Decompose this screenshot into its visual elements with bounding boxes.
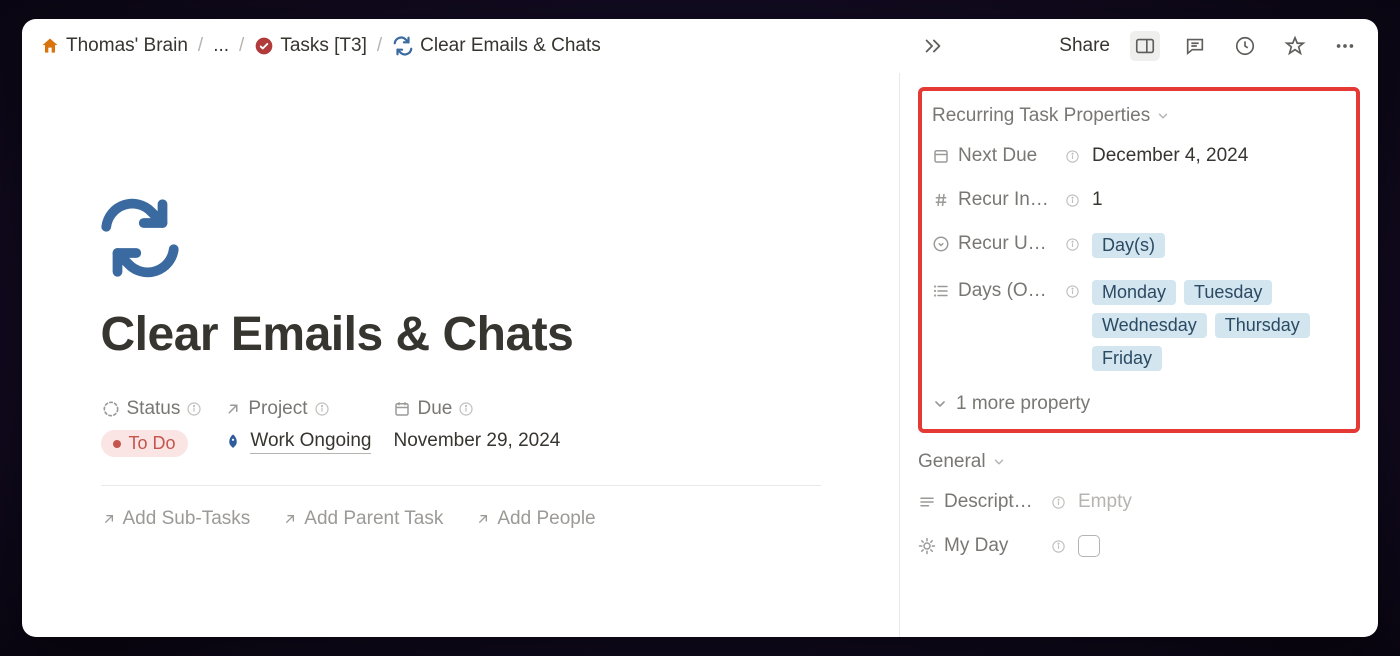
recur-unit-label: Recur U… — [958, 233, 1057, 255]
comments-icon[interactable] — [1180, 31, 1210, 61]
quick-actions: Add Sub-Tasks Add Parent Task Add People — [101, 508, 821, 530]
favorite-icon[interactable] — [1280, 31, 1310, 61]
days-row[interactable]: Days (O… Monday Tuesday Wednesday Thursd… — [932, 280, 1346, 371]
days-label: Days (O… — [958, 280, 1057, 302]
recurring-section-title[interactable]: Recurring Task Properties — [932, 105, 1346, 127]
add-subtasks-button[interactable]: Add Sub-Tasks — [101, 508, 251, 530]
description-row[interactable]: Descript… Empty — [918, 491, 1360, 513]
status-value[interactable]: To Do — [101, 430, 203, 457]
history-icon[interactable] — [1230, 31, 1260, 61]
days-value[interactable]: Monday Tuesday Wednesday Thursday Friday — [1092, 280, 1346, 371]
info-icon — [1065, 149, 1080, 164]
info-icon — [458, 401, 474, 417]
status-label[interactable]: Status — [101, 398, 203, 420]
number-icon — [932, 191, 950, 209]
multiselect-icon — [932, 282, 950, 300]
calendar-icon — [932, 147, 950, 165]
info-icon — [1065, 193, 1080, 208]
myday-row[interactable]: My Day — [918, 535, 1360, 557]
myday-checkbox[interactable] — [1078, 535, 1100, 557]
recur-interval-value[interactable]: 1 — [1092, 189, 1346, 211]
page-title[interactable]: Clear Emails & Chats — [101, 307, 821, 362]
info-icon — [314, 401, 330, 417]
recur-unit-row[interactable]: Recur U… Day(s) — [932, 233, 1346, 258]
more-icon[interactable] — [1330, 31, 1360, 61]
project-value[interactable]: Work Ongoing — [224, 430, 371, 454]
status-icon — [101, 399, 121, 419]
breadcrumb-separator: / — [239, 35, 244, 57]
calendar-icon — [393, 400, 411, 418]
recur-interval-row[interactable]: Recur In… 1 — [932, 189, 1346, 211]
side-panel: Share R — [900, 73, 1378, 637]
check-circle-icon — [254, 36, 274, 56]
breadcrumb-tasks[interactable]: Tasks [T3] — [254, 35, 367, 57]
add-people-button[interactable]: Add People — [475, 508, 595, 530]
project-label[interactable]: Project — [224, 398, 371, 420]
breadcrumb-current-label: Clear Emails & Chats — [420, 35, 601, 57]
breadcrumb-current[interactable]: Clear Emails & Chats — [392, 35, 601, 57]
expand-icon[interactable] — [918, 31, 948, 61]
breadcrumb-home[interactable]: Thomas' Brain — [40, 35, 188, 57]
myday-label: My Day — [944, 535, 1043, 557]
breadcrumb-ellipsis[interactable]: ... — [213, 35, 229, 57]
breadcrumb: Thomas' Brain / ... / Tasks [T3] / Clear… — [40, 35, 601, 57]
recur-interval-label: Recur In… — [958, 189, 1057, 211]
main-panel: Clear Emails & Chats Status — [22, 73, 900, 637]
body: Clear Emails & Chats Status — [22, 73, 1378, 637]
share-button[interactable]: Share — [1059, 35, 1110, 57]
chevron-down-icon — [1156, 109, 1170, 123]
description-value[interactable]: Empty — [1078, 491, 1360, 513]
rocket-icon — [224, 433, 242, 451]
select-icon — [932, 235, 950, 253]
due-value[interactable]: November 29, 2024 — [393, 430, 560, 452]
chevron-down-icon — [932, 396, 948, 412]
description-label: Descript… — [944, 491, 1043, 513]
info-icon — [1051, 539, 1066, 554]
info-icon — [1051, 495, 1066, 510]
next-due-value[interactable]: December 4, 2024 — [1092, 145, 1346, 167]
info-icon — [1065, 284, 1080, 299]
breadcrumb-home-label: Thomas' Brain — [66, 35, 188, 57]
general-section-title[interactable]: General — [918, 451, 1360, 473]
relation-icon — [224, 400, 242, 418]
sun-icon — [918, 537, 936, 555]
more-properties-button[interactable]: 1 more property — [932, 393, 1346, 415]
inline-properties: Status To Do — [101, 398, 821, 486]
home-icon — [40, 36, 60, 56]
status-dot — [113, 440, 121, 448]
breadcrumb-separator: / — [198, 35, 203, 57]
next-due-row[interactable]: Next Due December 4, 2024 — [932, 145, 1346, 167]
recur-unit-value[interactable]: Day(s) — [1092, 233, 1346, 258]
side-toolbar: Share — [900, 19, 1378, 73]
myday-value[interactable] — [1078, 535, 1360, 557]
breadcrumb-tasks-label: Tasks [T3] — [280, 35, 367, 57]
recurring-section-highlight: Recurring Task Properties Next Due — [918, 87, 1360, 433]
info-icon — [186, 401, 202, 417]
next-due-label: Next Due — [958, 145, 1057, 167]
breadcrumb-separator: / — [377, 35, 382, 57]
refresh-icon — [392, 35, 414, 57]
page-window: Thomas' Brain / ... / Tasks [T3] / Clear… — [22, 19, 1378, 637]
info-icon — [1065, 237, 1080, 252]
page-icon[interactable] — [95, 193, 821, 283]
toggle-sidepanel-button[interactable] — [1130, 31, 1160, 61]
due-label[interactable]: Due — [393, 398, 560, 420]
chevron-down-icon — [992, 455, 1006, 469]
add-parent-task-button[interactable]: Add Parent Task — [282, 508, 443, 530]
text-icon — [918, 493, 936, 511]
